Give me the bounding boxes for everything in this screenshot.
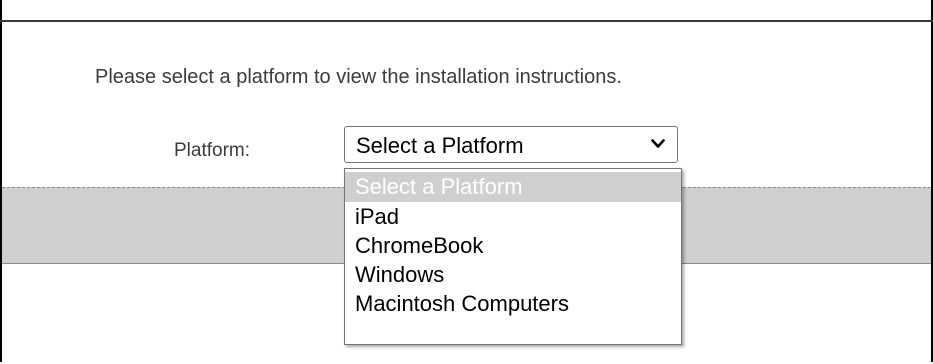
top-divider — [0, 20, 933, 22]
platform-option-windows[interactable]: Windows — [345, 260, 681, 289]
platform-select-value: Select a Platform — [356, 133, 524, 158]
platform-option-select[interactable]: Select a Platform — [345, 172, 681, 202]
chevron-down-icon — [651, 139, 665, 148]
instructions-text: Please select a platform to view the ins… — [95, 66, 622, 88]
platform-option-chromebook[interactable]: ChromeBook — [345, 231, 681, 260]
platform-label: Platform: — [174, 140, 251, 161]
platform-dropdown-list: Select a Platform iPad ChromeBook Window… — [344, 168, 682, 345]
platform-option-ipad[interactable]: iPad — [345, 202, 681, 231]
platform-option-macintosh[interactable]: Macintosh Computers — [345, 289, 681, 318]
platform-select[interactable]: Select a Platform — [344, 126, 678, 163]
